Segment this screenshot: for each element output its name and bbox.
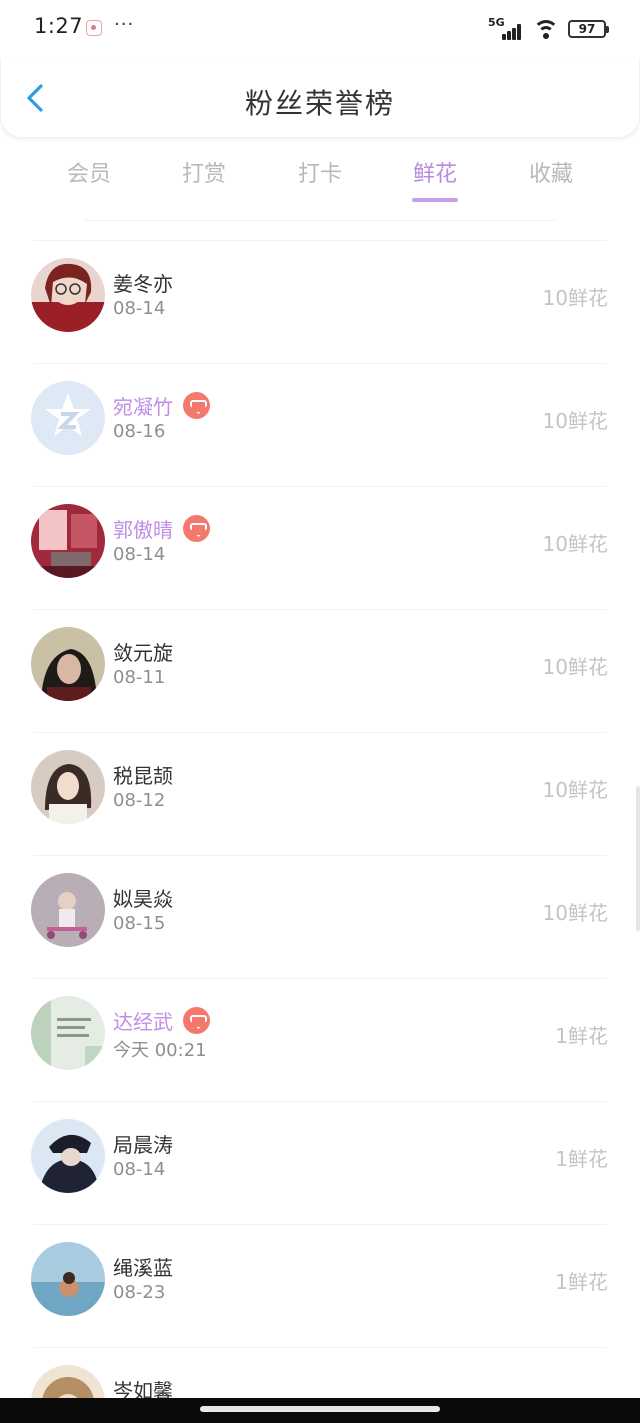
list-item[interactable]: 达经武 今天 00:21 1鲜花 bbox=[0, 978, 640, 1101]
list-item[interactable]: 局晨涛 08-14 1鲜花 bbox=[0, 1101, 640, 1224]
fan-name: 税昆颉 bbox=[113, 764, 173, 788]
divider bbox=[34, 1224, 606, 1225]
avatar bbox=[31, 504, 105, 578]
divider bbox=[84, 220, 556, 221]
avatar bbox=[31, 1365, 105, 1400]
flower-count: 10鲜花 bbox=[542, 655, 608, 679]
fan-date: 08-12 bbox=[113, 790, 166, 811]
fan-date: 08-14 bbox=[113, 298, 166, 319]
divider bbox=[34, 363, 606, 364]
list-item[interactable]: 税昆颉 08-12 10鲜花 bbox=[0, 732, 640, 855]
battery-icon: 97 bbox=[568, 20, 609, 38]
fan-date: 08-14 bbox=[113, 1159, 166, 1180]
divider bbox=[34, 1347, 606, 1348]
list-item[interactable]: 姜冬亦 08-14 10鲜花 bbox=[0, 240, 640, 363]
fan-date: 08-11 bbox=[113, 667, 166, 688]
flower-count: 10鲜花 bbox=[542, 286, 608, 310]
divider bbox=[34, 486, 606, 487]
more-notifications-icon: ··· bbox=[114, 14, 135, 35]
flower-count: 10鲜花 bbox=[542, 409, 608, 433]
avatar bbox=[31, 873, 105, 947]
tab-favorites[interactable]: 收藏 bbox=[506, 156, 596, 206]
tab-flowers[interactable]: 鲜花 bbox=[390, 156, 480, 206]
flower-count: 1鲜花 bbox=[555, 1147, 608, 1171]
fan-name: 绳溪蓝 bbox=[113, 1256, 173, 1280]
fan-name: 宛凝竹 bbox=[113, 391, 210, 420]
status-bar: 1:27 ··· 5G 97 bbox=[0, 0, 640, 58]
divider bbox=[34, 855, 606, 856]
divider bbox=[34, 240, 606, 241]
avatar bbox=[31, 750, 105, 824]
avatar bbox=[31, 1242, 105, 1316]
avatar bbox=[31, 996, 105, 1070]
list-item[interactable]: 敛元旋 08-11 10鲜花 bbox=[0, 609, 640, 732]
cellular-signal-icon: 5G bbox=[488, 16, 524, 40]
tab-checkin[interactable]: 打卡 bbox=[275, 156, 365, 206]
battery-level: 97 bbox=[578, 22, 596, 36]
flower-count: 1鲜花 bbox=[555, 1024, 608, 1048]
flower-count: 10鲜花 bbox=[542, 778, 608, 802]
flower-count: 10鲜花 bbox=[542, 532, 608, 556]
fan-name: 姒昊焱 bbox=[113, 887, 173, 911]
status-time: 1:27 bbox=[34, 14, 84, 38]
flower-count: 10鲜花 bbox=[542, 901, 608, 925]
scrollbar[interactable] bbox=[636, 786, 640, 931]
avatar bbox=[31, 627, 105, 701]
home-indicator[interactable] bbox=[200, 1406, 440, 1412]
list-item[interactable]: 绳溪蓝 08-23 1鲜花 bbox=[0, 1224, 640, 1347]
fan-date: 08-14 bbox=[113, 544, 166, 565]
avatar bbox=[31, 381, 105, 455]
list-item[interactable]: 岑如馨 bbox=[0, 1347, 640, 1400]
tab-rewards[interactable]: 打赏 bbox=[159, 156, 249, 206]
fan-name: 岑如馨 bbox=[113, 1379, 173, 1400]
fan-date: 08-16 bbox=[113, 421, 166, 442]
diamond-icon bbox=[183, 515, 210, 542]
fan-name: 敛元旋 bbox=[113, 641, 173, 665]
wifi-icon bbox=[532, 18, 560, 40]
fan-date: 今天 00:21 bbox=[113, 1040, 207, 1061]
divider bbox=[34, 978, 606, 979]
divider bbox=[34, 1101, 606, 1102]
fan-name: 达经武 bbox=[113, 1006, 210, 1035]
fan-name: 局晨涛 bbox=[113, 1133, 173, 1157]
fan-date: 08-23 bbox=[113, 1282, 166, 1303]
tab-bar: 会员 打赏 打卡 鲜花 收藏 bbox=[0, 138, 640, 222]
avatar bbox=[31, 258, 105, 332]
diamond-icon bbox=[183, 1007, 210, 1034]
flower-count: 1鲜花 bbox=[555, 1270, 608, 1294]
fan-date: 08-15 bbox=[113, 913, 166, 934]
divider bbox=[34, 609, 606, 610]
list-item[interactable]: 郭傲晴 08-14 10鲜花 bbox=[0, 486, 640, 609]
fan-ranking-list: 姜冬亦 08-14 10鲜花 宛凝竹 08-16 10鲜花 郭傲晴 08-14 … bbox=[0, 240, 640, 1400]
fan-name: 郭傲晴 bbox=[113, 514, 210, 543]
tab-members[interactable]: 会员 bbox=[44, 156, 134, 206]
list-item[interactable]: 宛凝竹 08-16 10鲜花 bbox=[0, 363, 640, 486]
active-tab-indicator bbox=[412, 198, 458, 202]
divider bbox=[34, 732, 606, 733]
app-notification-icon bbox=[86, 20, 102, 36]
page-title: 粉丝荣誉榜 bbox=[244, 87, 395, 120]
fan-name: 姜冬亦 bbox=[113, 272, 173, 296]
avatar bbox=[31, 1119, 105, 1193]
list-item[interactable]: 姒昊焱 08-15 10鲜花 bbox=[0, 855, 640, 978]
title-bar: 粉丝荣誉榜 bbox=[0, 58, 640, 138]
system-navigation-bar bbox=[0, 1398, 640, 1423]
diamond-icon bbox=[183, 392, 210, 419]
